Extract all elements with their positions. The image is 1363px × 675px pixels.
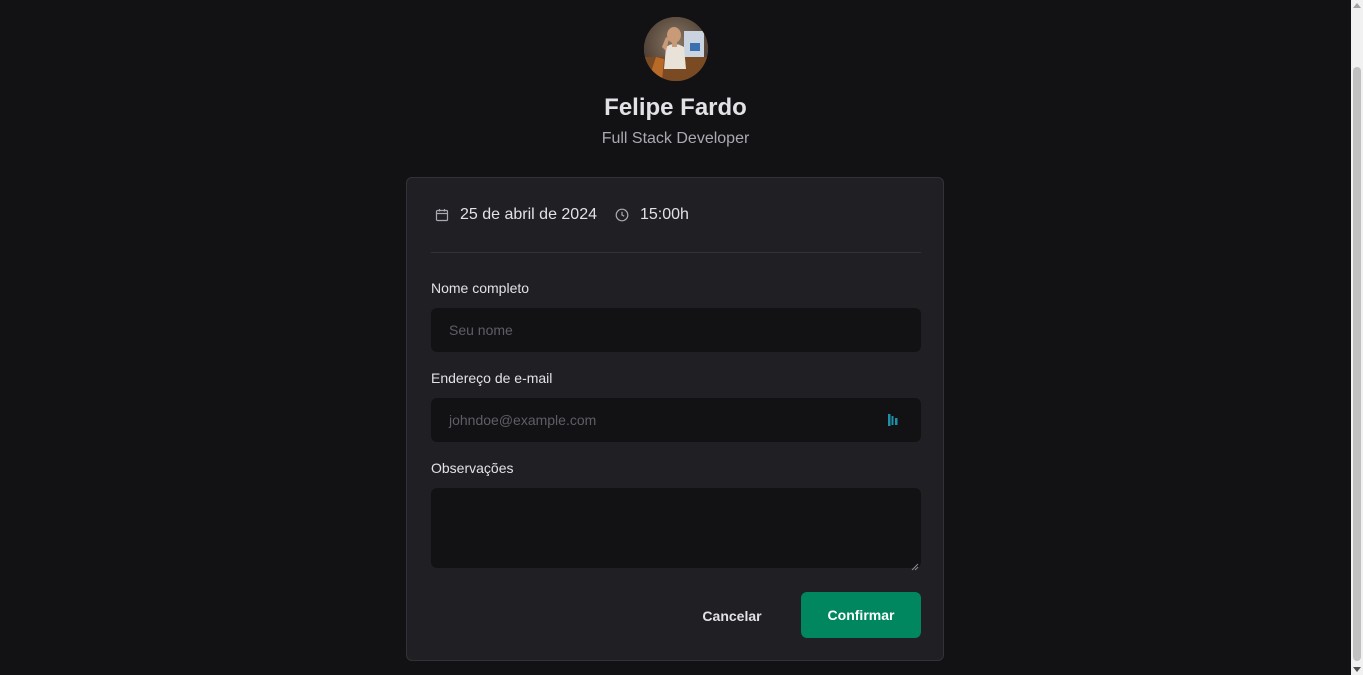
confirm-button[interactable]: Confirmar	[801, 592, 921, 638]
divider	[431, 252, 921, 253]
booking-card: 25 de abril de 2024 15:00h Nome completo…	[406, 177, 944, 661]
calendar-icon	[435, 208, 449, 222]
page-scrollbar[interactable]	[1351, 0, 1363, 675]
cancel-button[interactable]: Cancelar	[687, 593, 777, 639]
notes-textarea[interactable]	[431, 488, 921, 571]
password-manager-icon[interactable]	[887, 413, 899, 427]
profile-role: Full Stack Developer	[601, 130, 750, 147]
scroll-down-arrow-icon[interactable]	[1353, 667, 1361, 672]
schedule-time: 15:00h	[615, 206, 689, 224]
clock-icon	[615, 208, 629, 222]
avatar	[644, 17, 708, 81]
name-placeholder: Seu nome	[449, 322, 513, 338]
name-input[interactable]: Seu nome	[431, 308, 921, 352]
schedule-info: 25 de abril de 2024 15:00h	[435, 205, 689, 225]
notes-label: Observações	[431, 460, 514, 476]
schedule-date: 25 de abril de 2024	[435, 206, 597, 224]
email-input[interactable]: johndoe@example.com	[431, 398, 921, 442]
page: Felipe Fardo Full Stack Developer 25 de …	[0, 0, 1351, 675]
schedule-date-text: 25 de abril de 2024	[460, 206, 597, 223]
email-placeholder: johndoe@example.com	[449, 412, 597, 428]
email-label: Endereço de e-mail	[431, 370, 553, 386]
avatar-photo	[644, 17, 708, 81]
scroll-up-arrow-icon[interactable]	[1353, 3, 1361, 8]
name-label: Nome completo	[431, 280, 530, 296]
scrollbar-thumb[interactable]	[1353, 67, 1361, 661]
resize-handle-icon[interactable]	[911, 558, 919, 571]
schedule-time-text: 15:00h	[640, 206, 689, 223]
profile-name: Felipe Fardo	[604, 94, 747, 121]
